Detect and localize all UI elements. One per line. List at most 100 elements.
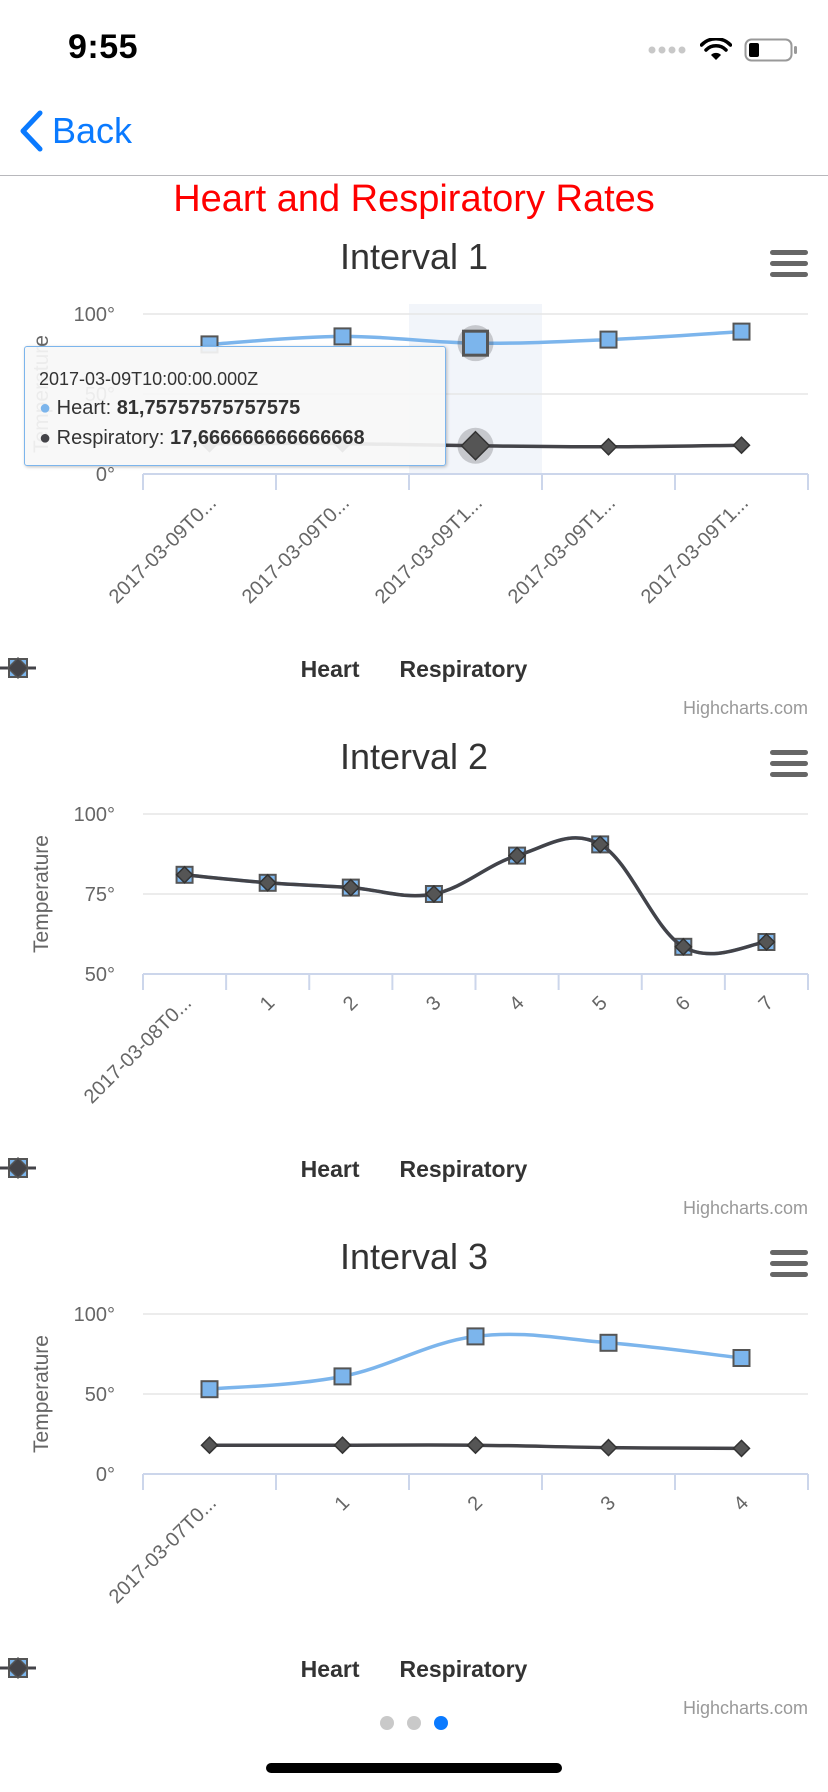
data-point-heart	[200, 1380, 219, 1399]
chart-menu-button[interactable]	[770, 1250, 808, 1280]
chart-menu-button[interactable]	[770, 750, 808, 780]
y-tick-label: 100°	[74, 304, 115, 326]
tooltip-heart-label: Heart:	[56, 397, 117, 419]
interval-2-chart: 50° 75° 100° 2017-03-08T0... 1 2 3 4 5 6 7 Temperat…	[0, 732, 828, 1232]
data-point-heart	[599, 1333, 618, 1352]
y-tick-label: 50°	[85, 964, 115, 986]
tooltip-respiratory-row: ● Respiratory: 17,666666666666668	[39, 427, 365, 450]
y-tick-label: 50°	[85, 1384, 115, 1406]
y-axis-title: Temperature	[30, 1335, 53, 1453]
chart-legend: Heart Respiratory	[0, 656, 828, 683]
interval-3-chart: 0° 50° 100° 2017-03-07T0... 1 2 3 4 Temperature …	[0, 1232, 828, 1732]
series-line-heart	[184, 836, 767, 956]
chart-title: Interval 3	[339, 1236, 489, 1277]
back-button[interactable]: Back	[18, 110, 132, 152]
legend-respiratory-symbol-icon	[0, 1656, 36, 1680]
y-tick-label: 0°	[96, 1464, 115, 1486]
legend-heart-label: Heart	[300, 656, 360, 682]
data-point-respiratory	[732, 1439, 751, 1458]
chart-title: Interval 2	[339, 736, 489, 777]
chart-legend: Heart Respiratory	[0, 1656, 828, 1683]
legend-item-respiratory[interactable]: Respiratory	[0, 1156, 528, 1183]
legend-respiratory-label: Respiratory	[399, 1156, 528, 1182]
x-tick-label: 7	[755, 992, 778, 1015]
x-tick-label: 2017-03-08T0...	[80, 992, 196, 1108]
hamburger-icon	[770, 250, 808, 255]
tooltip-respiratory-label: Respiratory:	[56, 427, 171, 449]
tooltip-respiratory-bullet: ●	[39, 427, 52, 449]
x-tick-label: 3	[422, 992, 445, 1015]
legend-item-respiratory[interactable]: Respiratory	[0, 1656, 527, 1683]
chart-title: Interval 1	[339, 236, 489, 277]
x-tick-label: 2017-03-09T0...	[105, 492, 221, 608]
legend-item-respiratory[interactable]: Respiratory	[0, 656, 528, 683]
data-point-heart	[599, 330, 618, 349]
legend-respiratory-symbol-icon	[0, 1156, 36, 1180]
series-line-respiratory	[184, 836, 767, 956]
x-tick-label: 2017-03-09T1...	[504, 492, 620, 608]
data-point-respiratory	[599, 437, 618, 456]
x-tick-label: 1	[256, 992, 279, 1015]
page-title: Heart and Respiratory Rates	[173, 178, 655, 220]
x-tick-label: 5	[588, 992, 611, 1015]
x-tick-label: 2	[339, 992, 362, 1015]
tooltip-header: 2017-03-09T10:00:00.000Z	[39, 369, 259, 389]
data-point-respiratory	[333, 1436, 352, 1455]
status-bar: 9:55	[0, 0, 828, 100]
tooltip-heart-value: 81,75757575757575	[116, 397, 301, 419]
hamburger-icon	[770, 1250, 808, 1255]
y-tick-label: 100°	[74, 804, 115, 826]
tooltip-heart-row: ● Heart: 81,75757575757575	[39, 397, 300, 420]
x-tick-label: 4	[505, 992, 528, 1015]
navigation-bar: Back	[0, 100, 828, 176]
x-tick-label: 6	[671, 992, 694, 1015]
y-tick-label: 75°	[85, 884, 115, 906]
page-dot[interactable]	[407, 1716, 421, 1730]
home-indicator	[266, 1763, 562, 1773]
page-dot[interactable]	[380, 1716, 394, 1730]
chart-legend: Heart Respiratory	[0, 1156, 828, 1183]
x-tick-label: 4	[730, 1492, 753, 1515]
data-point-heart	[333, 1367, 352, 1386]
credits-link[interactable]: Highcharts.com	[683, 698, 808, 719]
status-time: 9:55	[68, 28, 139, 66]
data-point-heart	[732, 322, 751, 341]
data-point-heart	[466, 1327, 485, 1346]
y-axis-title: Temperature	[30, 835, 53, 953]
chart-tooltip: 2017-03-09T10:00:00.000Z ● Heart: 81,757…	[24, 346, 446, 466]
data-point-respiratory	[200, 1436, 219, 1455]
data-point-heart	[732, 1349, 751, 1367]
signal-icon	[648, 46, 686, 54]
x-tick-label: 2017-03-09T1...	[637, 492, 753, 608]
x-tick-label: 2017-03-09T1...	[371, 492, 487, 608]
x-tick-label: 2017-03-07T0...	[105, 1492, 221, 1608]
chevron-left-icon	[20, 110, 43, 152]
interval-1-chart: 0°50°100°2017-03-09T0...2017-03-09T0...2…	[0, 232, 828, 732]
legend-heart-label: Heart	[300, 1156, 360, 1182]
data-point-respiratory	[466, 1436, 485, 1455]
tooltip-heart-bullet: ●	[39, 397, 52, 419]
x-tick-label: 3	[597, 1492, 620, 1515]
x-tick-label: 1	[331, 1492, 354, 1515]
credits-link[interactable]: Highcharts.com	[683, 1198, 808, 1219]
hamburger-icon	[770, 750, 808, 755]
legend-item-heart[interactable]: Heart	[0, 656, 360, 683]
back-label: Back	[52, 110, 133, 151]
legend-heart-label: Heart	[300, 1656, 360, 1682]
y-tick-label: 100°	[74, 1304, 115, 1326]
legend-item-heart[interactable]: Heart	[0, 1156, 360, 1183]
chart-menu-button[interactable]	[770, 250, 808, 280]
page-indicator	[0, 1716, 828, 1730]
y-tick-label: 0°	[96, 464, 115, 486]
data-point-heart	[333, 327, 352, 346]
legend-respiratory-label: Respiratory	[399, 656, 528, 682]
battery-icon	[744, 38, 797, 62]
legend-item-heart[interactable]: Heart	[0, 1656, 360, 1683]
data-point-respiratory	[599, 1438, 618, 1457]
wifi-icon	[700, 38, 732, 60]
data-point-heart	[462, 329, 489, 357]
page-dot[interactable]	[434, 1716, 448, 1730]
legend-respiratory-symbol-icon	[0, 656, 36, 680]
tooltip-respiratory-value: 17,666666666666668	[170, 427, 365, 449]
x-tick-label: 2	[464, 1492, 487, 1515]
